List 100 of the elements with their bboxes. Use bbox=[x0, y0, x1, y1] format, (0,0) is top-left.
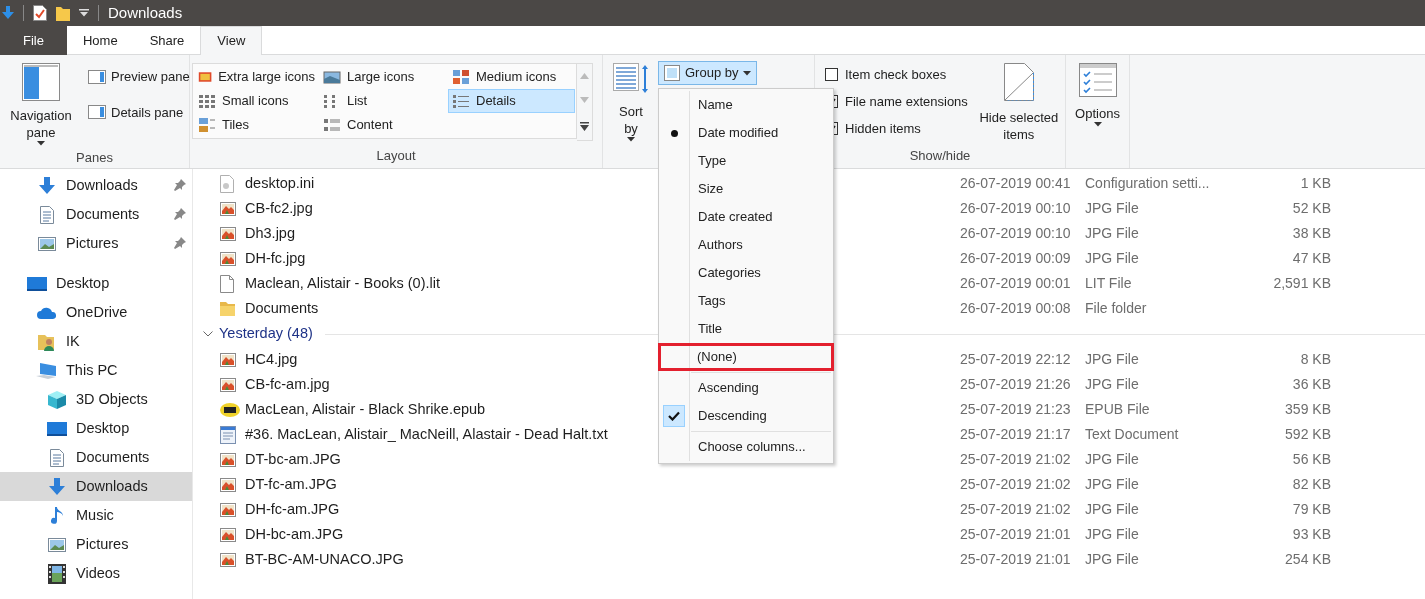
view-option[interactable]: List bbox=[319, 89, 448, 113]
menu-item[interactable]: Ascending bbox=[659, 374, 833, 402]
file-name[interactable]: DH-bc-am.JPG bbox=[245, 523, 344, 546]
nav-item[interactable]: Videos bbox=[0, 559, 192, 588]
menu-item[interactable]: Descending bbox=[659, 402, 833, 430]
view-option[interactable]: Tiles bbox=[194, 113, 319, 137]
type-cell-text: JPG File bbox=[1085, 475, 1139, 494]
nav-item[interactable]: Downloads bbox=[0, 472, 192, 501]
file-name[interactable]: Documents bbox=[245, 297, 319, 320]
view-option[interactable]: Details bbox=[448, 89, 575, 113]
file-name[interactable]: Maclean, Alistair - Books (0).lit bbox=[245, 272, 440, 295]
options-button[interactable]: Options bbox=[1071, 61, 1124, 129]
menu-item[interactable]: Tags bbox=[659, 287, 833, 315]
nav-item[interactable]: 3D Objects bbox=[0, 385, 192, 414]
file-name[interactable]: desktop.ini bbox=[245, 172, 315, 195]
document-icon bbox=[50, 448, 64, 467]
file-name[interactable]: MacLean, Alistair - Black Shrike.epub bbox=[245, 398, 486, 421]
file-name[interactable]: CB-fc-am.jpg bbox=[245, 373, 330, 396]
sort-by-button[interactable]: Sort by bbox=[607, 61, 655, 144]
file-name[interactable]: #36. MacLean, Alistair_ MacNeill, Alastair - Dead Halt.txt bbox=[245, 423, 608, 446]
hide-selected-button[interactable]: Hide selected items bbox=[971, 61, 1066, 145]
menu-item[interactable]: Authors bbox=[659, 231, 833, 259]
menu-item[interactable]: Date created bbox=[659, 203, 833, 231]
view-option[interactable]: Large icons bbox=[319, 65, 448, 89]
caret-icon bbox=[743, 70, 752, 76]
monitor-icon bbox=[27, 275, 47, 292]
user-folder-icon bbox=[38, 332, 56, 351]
image-file-icon bbox=[220, 377, 236, 392]
date-cell-text: 26-07-2019 00:41 bbox=[960, 174, 1071, 193]
properties-icon[interactable] bbox=[33, 5, 47, 21]
date-cell-text: 26-07-2019 00:09 bbox=[960, 249, 1071, 268]
menu-item[interactable]: Title bbox=[659, 315, 833, 343]
group-header[interactable]: Yesterday (48) bbox=[219, 323, 313, 345]
file-name[interactable]: DH-fc.jpg bbox=[245, 247, 306, 270]
checkbox-label[interactable]: Hidden items bbox=[845, 118, 921, 139]
checkbox-label[interactable]: Item check boxes bbox=[845, 64, 947, 85]
file-name[interactable]: DH-fc-am.JPG bbox=[245, 498, 340, 521]
nav-item[interactable]: Desktop bbox=[0, 269, 192, 298]
checkbox[interactable] bbox=[825, 68, 838, 81]
navigation-pane-button[interactable]: Navigation pane bbox=[0, 61, 82, 148]
type-cell-text: JPG File bbox=[1085, 350, 1139, 369]
view-icon bbox=[323, 117, 341, 133]
nav-item[interactable]: Pictures bbox=[0, 229, 192, 258]
size-cell-text: 79 KB bbox=[1291, 500, 1331, 519]
ribbon-tab[interactable]: Share bbox=[133, 26, 201, 55]
file-name[interactable]: DT-bc-am.JPG bbox=[245, 448, 341, 471]
sort-icon bbox=[613, 63, 649, 93]
collapse-icon[interactable] bbox=[203, 331, 213, 337]
nav-item[interactable]: Documents bbox=[0, 443, 192, 472]
checkbox-label[interactable]: File name extensions bbox=[845, 91, 968, 112]
group-icon bbox=[664, 65, 680, 81]
cloud-icon bbox=[37, 305, 57, 320]
ribbon-tab[interactable]: Home bbox=[66, 26, 134, 55]
menu-item[interactable]: Date modified bbox=[659, 119, 833, 147]
view-option[interactable]: Medium icons bbox=[448, 65, 575, 89]
nav-item[interactable]: Music bbox=[0, 501, 192, 530]
caret-icon bbox=[627, 137, 635, 142]
ribbon-tab[interactable]: View bbox=[200, 26, 263, 55]
expand-gallery-icon[interactable] bbox=[580, 121, 589, 131]
nav-item[interactable]: Pictures bbox=[0, 530, 192, 559]
view-icon bbox=[198, 117, 216, 133]
menu-item[interactable]: Size bbox=[659, 175, 833, 203]
customize-toolbar-icon[interactable] bbox=[79, 9, 89, 17]
nav-item[interactable]: IK bbox=[0, 327, 192, 356]
computer-icon bbox=[36, 361, 58, 380]
menu-item[interactable]: Choose columns... bbox=[659, 433, 833, 461]
type-cell-text: File folder bbox=[1085, 299, 1147, 318]
caret-icon bbox=[1093, 122, 1102, 127]
menu-item[interactable]: Type bbox=[659, 147, 833, 175]
type-cell-text: Configuration setti... bbox=[1085, 174, 1210, 193]
details-pane-button[interactable]: Details pane bbox=[84, 100, 194, 124]
file-menu-tab[interactable]: File bbox=[0, 26, 67, 55]
file-name[interactable]: BT-BC-AM-UNACO.JPG bbox=[245, 548, 404, 571]
group-by-button[interactable]: Group by bbox=[658, 61, 758, 85]
view-option[interactable]: Content bbox=[319, 113, 448, 137]
image-file-icon bbox=[220, 527, 236, 542]
folder-icon[interactable] bbox=[56, 5, 70, 21]
picture-icon bbox=[48, 537, 66, 552]
image-file-icon bbox=[220, 502, 236, 517]
image-file-icon bbox=[220, 251, 236, 266]
type-cell-text: JPG File bbox=[1085, 249, 1139, 268]
view-icon bbox=[198, 69, 213, 85]
menu-item[interactable]: Name bbox=[659, 91, 833, 119]
download-icon bbox=[2, 6, 14, 20]
date-cell-text: 25-07-2019 21:26 bbox=[960, 375, 1071, 394]
preview-pane-button[interactable]: Preview pane bbox=[84, 65, 194, 89]
nav-item[interactable]: This PC bbox=[0, 356, 192, 385]
nav-item[interactable]: OneDrive bbox=[0, 298, 192, 327]
file-name[interactable]: HC4.jpg bbox=[245, 348, 298, 371]
view-option[interactable]: Small icons bbox=[194, 89, 319, 113]
date-cell-text: 25-07-2019 21:02 bbox=[960, 500, 1071, 519]
menu-item[interactable]: Categories bbox=[659, 259, 833, 287]
nav-item[interactable]: Documents bbox=[0, 200, 192, 229]
file-name[interactable]: Dh3.jpg bbox=[245, 222, 295, 245]
view-option[interactable]: Extra large icons bbox=[194, 65, 319, 89]
file-name[interactable]: DT-fc-am.JPG bbox=[245, 473, 337, 496]
menu-item[interactable]: (None) bbox=[658, 343, 834, 371]
nav-item[interactable]: Downloads bbox=[0, 171, 192, 200]
file-name[interactable]: CB-fc2.jpg bbox=[245, 197, 313, 220]
nav-item[interactable]: Desktop bbox=[0, 414, 192, 443]
